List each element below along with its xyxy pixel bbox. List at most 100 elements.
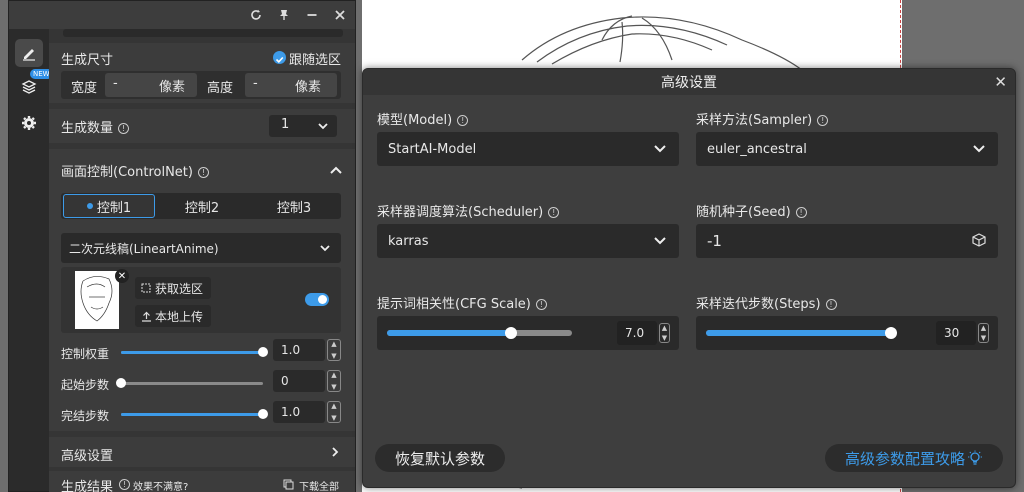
tab-control-2-label: 控制2 (184, 200, 220, 216)
controlnet-model-select[interactable]: 二次元线稿(LineartAnime) (61, 233, 341, 263)
startai-panel: NEW 生成尺寸 跟随选区 宽度 - 像素 高度 - 像素 生成数量 ! 1 画… (8, 0, 356, 492)
width-label: 宽度 (71, 81, 98, 96)
start-input[interactable]: 0 (273, 370, 325, 392)
sidebar-generate[interactable] (15, 39, 43, 67)
cfg-control: 7.0 ▲ ▼ (377, 316, 679, 350)
close-icon[interactable]: ✕ (994, 73, 1007, 91)
model-label: 模型(Model)! (377, 109, 469, 128)
tab-control-3[interactable]: 控制3 (249, 194, 339, 218)
height-field[interactable]: - 像素 (245, 73, 337, 97)
steps-control: 30 ▲ ▼ (696, 316, 998, 350)
steps-slider-knob[interactable] (885, 327, 897, 339)
start-slider-knob[interactable] (116, 378, 126, 388)
controlnet-title: 画面控制(ControlNet)! (61, 161, 209, 180)
end-slider[interactable] (121, 409, 268, 419)
scheduler-value: karras (388, 233, 429, 249)
control-image-thumbnail[interactable] (75, 271, 119, 329)
model-value: StartAI-Model (388, 141, 477, 157)
end-slider-knob[interactable] (258, 409, 268, 419)
advanced-settings-dialog: 高级设置 ✕ 模型(Model)! StartAI-Model 采样方法(Sam… (362, 68, 1016, 488)
remove-image-icon[interactable]: ✕ (115, 269, 129, 283)
info-icon: ! (119, 479, 130, 490)
layers-icon (21, 80, 37, 94)
sidebar-settings[interactable] (15, 109, 43, 137)
chevron-down-icon (654, 145, 666, 153)
local-upload-button[interactable]: 本地上传 (135, 305, 211, 327)
pencil-icon (23, 49, 35, 61)
advanced-guide-link[interactable]: 高级参数配置攻略 (825, 444, 1003, 472)
info-icon: ! (535, 299, 547, 310)
get-selection-button[interactable]: 获取选区 (135, 277, 211, 299)
chevron-down-icon (654, 237, 666, 245)
controlnet-section: 画面控制(ControlNet)! 控制1 控制2 控制3 二次元线稿(Line… (49, 149, 355, 431)
width-field[interactable]: - 像素 (105, 73, 197, 97)
cfg-stepper[interactable]: ▲ ▼ (659, 323, 670, 343)
size-title: 生成尺寸 (61, 53, 114, 68)
scheduler-select[interactable]: karras (377, 224, 679, 258)
control-image-area: ✕ 获取选区 本地上传 (61, 267, 341, 333)
pin-icon[interactable] (275, 6, 293, 24)
weight-slider[interactable] (121, 347, 268, 357)
dialog-header: 高级设置 ✕ (363, 69, 1015, 95)
seed-input[interactable]: -1 (696, 224, 998, 258)
count-select[interactable]: 1 (269, 115, 337, 137)
steps-input[interactable]: 30 (936, 321, 976, 345)
control-enable-toggle[interactable] (305, 293, 329, 306)
cfg-label: 提示词相关性(CFG Scale)! (377, 293, 547, 312)
start-stepper[interactable]: ▲ ▼ (327, 370, 341, 392)
close-icon[interactable] (331, 6, 349, 24)
download-icon (283, 479, 294, 490)
end-value: 1.0 (281, 405, 301, 419)
height-label: 高度 (207, 81, 234, 96)
steps-label: 采样迭代步数(Steps)! (696, 293, 837, 312)
chevron-right-icon (332, 447, 339, 457)
cfg-input[interactable]: 7.0 (617, 321, 657, 345)
info-icon: ! (457, 115, 469, 126)
reset-defaults-button[interactable]: 恢复默认参数 (375, 444, 505, 472)
end-stepper[interactable]: ▲ ▼ (327, 401, 341, 423)
unsatisfied-link[interactable]: 效果不满意? (133, 478, 188, 492)
height-value: - (253, 76, 258, 91)
height-unit: 像素 (295, 80, 322, 95)
end-input[interactable]: 1.0 (273, 401, 325, 423)
model-select[interactable]: StartAI-Model (377, 132, 679, 166)
count-label: 生成数量! (61, 117, 130, 136)
weight-input[interactable]: 1.0 (273, 339, 325, 361)
refresh-icon[interactable] (247, 6, 265, 24)
start-value: 0 (281, 374, 289, 388)
minimize-icon[interactable] (303, 6, 321, 24)
follow-selection-checkbox[interactable] (273, 51, 286, 64)
chevron-up-icon[interactable] (329, 163, 343, 177)
cfg-slider-knob[interactable] (504, 327, 517, 339)
cfg-slider[interactable] (387, 327, 572, 339)
get-selection-label: 获取选区 (155, 281, 204, 296)
tab-control-1[interactable]: 控制1 (63, 194, 155, 218)
advanced-settings-row[interactable]: 高级设置 (49, 437, 355, 467)
size-section: 生成尺寸 跟随选区 宽度 - 像素 高度 - 像素 (49, 43, 355, 103)
cfg-slider-fill (387, 330, 511, 336)
download-all-button[interactable]: 下载全部 (299, 478, 339, 492)
start-slider[interactable] (116, 378, 263, 388)
steps-value: 30 (944, 326, 960, 340)
tab-control-2[interactable]: 控制2 (157, 194, 247, 218)
dialog-title: 高级设置 (661, 75, 717, 91)
active-dot-icon (86, 203, 93, 209)
panel-sidebar: NEW (9, 29, 53, 491)
scheduler-label: 采样器调度算法(Scheduler)! (377, 201, 560, 220)
sampler-select[interactable]: euler_ancestral (696, 132, 998, 166)
weight-label: 控制权重 (61, 347, 110, 361)
prompt-input-bottom[interactable] (63, 29, 343, 37)
local-upload-label: 本地上传 (155, 309, 204, 324)
panel-content: 生成尺寸 跟随选区 宽度 - 像素 高度 - 像素 生成数量! 1 画面控制(C… (49, 29, 355, 492)
weight-stepper[interactable]: ▲ ▼ (327, 339, 341, 361)
count-section: 生成数量! 1 (49, 109, 355, 143)
dice-icon[interactable] (972, 233, 986, 247)
follow-selection-label: 跟随选区 (289, 53, 342, 68)
steps-slider[interactable] (706, 327, 897, 339)
steps-stepper[interactable]: ▲ ▼ (978, 323, 989, 343)
count-value: 1 (281, 117, 290, 132)
sidebar-layers[interactable]: NEW (15, 69, 53, 101)
cfg-value: 7.0 (625, 326, 645, 340)
weight-slider-knob[interactable] (258, 347, 268, 357)
controlnet-model-value: 二次元线稿(LineartAnime) (69, 242, 219, 256)
